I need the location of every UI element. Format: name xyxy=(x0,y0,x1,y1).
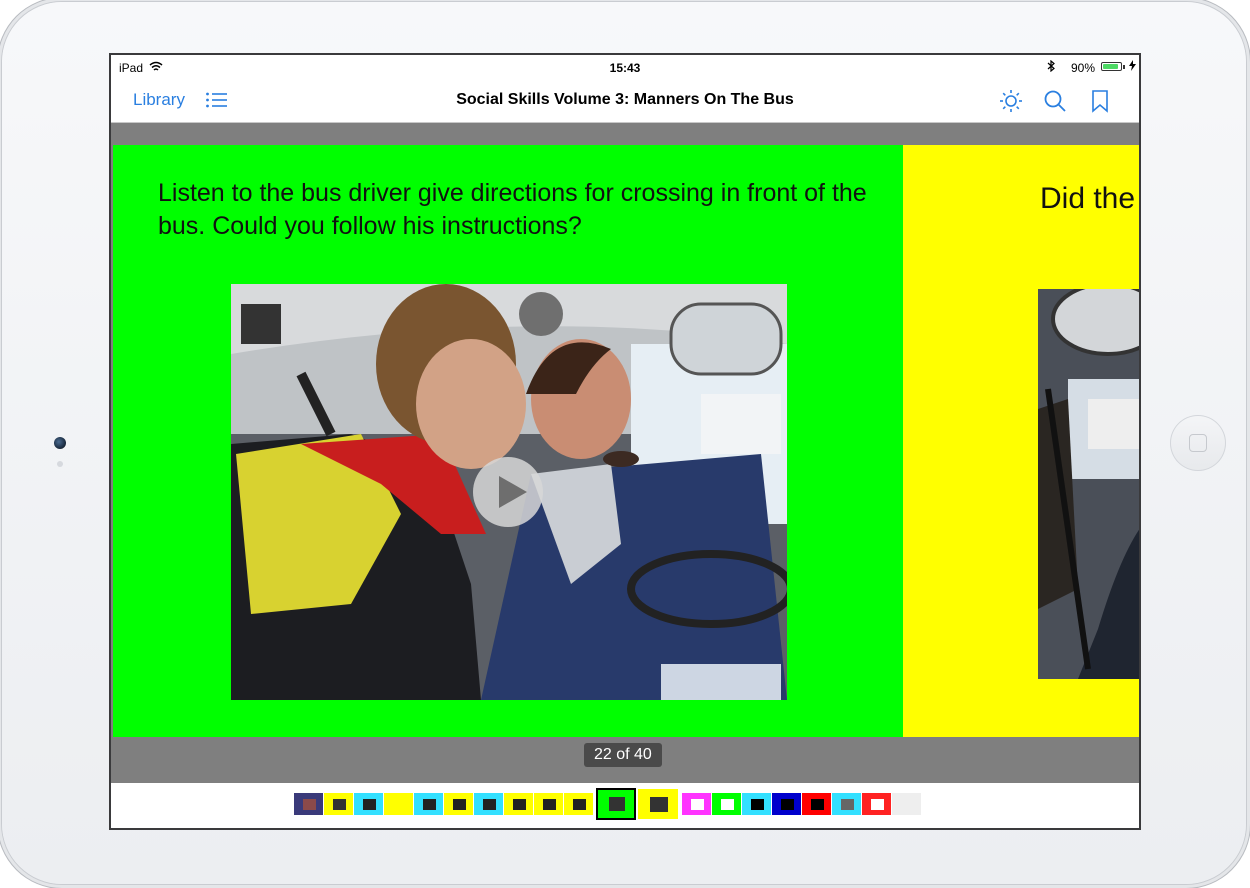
thumbnail[interactable] xyxy=(682,793,711,815)
play-button[interactable] xyxy=(473,457,543,527)
navigation-bar: Library Social Skills Volume 3: Manners … xyxy=(111,79,1139,123)
clock: 15:43 xyxy=(609,61,641,75)
thumbnail-current[interactable] xyxy=(596,788,636,820)
home-square-icon xyxy=(1189,434,1207,452)
thumbnail[interactable] xyxy=(712,793,741,815)
thumbnail-image xyxy=(870,798,884,810)
thumbnail[interactable] xyxy=(832,793,861,815)
camera-sensor xyxy=(57,461,63,467)
thumbnail-image xyxy=(452,798,466,810)
thumbnail-image xyxy=(690,798,704,810)
thumbnail-image xyxy=(572,798,586,810)
next-slide-video xyxy=(1038,289,1139,679)
bookmark-icon[interactable] xyxy=(1088,89,1112,113)
thumbnail-image xyxy=(542,798,556,810)
thumbnail-image xyxy=(512,798,526,810)
camera-icon xyxy=(54,437,66,449)
thumbnail-image xyxy=(482,798,496,810)
thumbnail[interactable] xyxy=(414,793,443,815)
thumbnail-image xyxy=(650,796,668,812)
bluetooth-icon xyxy=(1047,59,1055,75)
thumbnail[interactable] xyxy=(504,793,533,815)
battery-tip xyxy=(1123,65,1125,69)
status-bar: iPad 15:43 90% xyxy=(111,55,1139,79)
page-reader: Listen to the bus driver give directions… xyxy=(111,123,1139,783)
thumbnail[interactable] xyxy=(564,793,593,815)
thumbnail[interactable] xyxy=(742,793,771,815)
thumbnail[interactable] xyxy=(444,793,473,815)
thumbnail-image xyxy=(392,798,406,810)
search-icon[interactable] xyxy=(1043,89,1067,113)
list-icon[interactable] xyxy=(205,90,229,110)
thumbnail-image xyxy=(810,798,824,810)
thumbnail[interactable] xyxy=(354,793,383,815)
brightness-icon[interactable] xyxy=(999,89,1023,113)
thumbnail[interactable] xyxy=(892,793,921,815)
thumbnail-image xyxy=(332,798,346,810)
play-icon xyxy=(499,476,527,508)
thumbnail-image xyxy=(608,797,625,811)
thumbnail[interactable] xyxy=(772,793,801,815)
battery-icon xyxy=(1101,62,1122,71)
thumbnail-image xyxy=(780,798,794,810)
thumbnail[interactable] xyxy=(534,793,563,815)
thumbnail[interactable] xyxy=(474,793,503,815)
thumbnail-image xyxy=(840,798,854,810)
next-slide: Did the xyxy=(903,145,1139,737)
thumbnail-image xyxy=(302,798,316,810)
book-title: Social Skills Volume 3: Manners On The B… xyxy=(456,91,794,108)
thumbnail[interactable] xyxy=(294,793,323,815)
thumbnail-strip xyxy=(111,783,1139,828)
page-indicator: 22 of 40 xyxy=(584,743,662,767)
battery-percent: 90% xyxy=(1070,61,1095,75)
thumbnail[interactable] xyxy=(384,793,413,815)
slide-text: Listen to the bus driver give directions… xyxy=(158,179,867,240)
thumbnail[interactable] xyxy=(862,793,891,815)
next-video-frame-image xyxy=(1038,289,1139,679)
home-button[interactable] xyxy=(1170,415,1226,471)
video-player[interactable] xyxy=(231,284,787,700)
library-button[interactable]: Library xyxy=(133,90,185,110)
thumbnail[interactable] xyxy=(802,793,831,815)
battery-fill xyxy=(1103,64,1119,69)
thumbnail-image xyxy=(720,798,734,810)
next-slide-text: Did the xyxy=(1040,182,1136,215)
current-slide: Listen to the bus driver give directions… xyxy=(113,145,903,737)
screen: iPad 15:43 90% Library Social Skills Vol… xyxy=(111,55,1139,828)
thumbnail[interactable] xyxy=(324,793,353,815)
thumbnail-list xyxy=(294,788,922,820)
thumbnail-image xyxy=(362,798,376,810)
thumbnail-image xyxy=(900,798,914,810)
thumbnail-image xyxy=(750,798,764,810)
charging-icon xyxy=(1129,60,1136,74)
thumbnail[interactable] xyxy=(638,789,678,819)
thumbnail-image xyxy=(422,798,436,810)
